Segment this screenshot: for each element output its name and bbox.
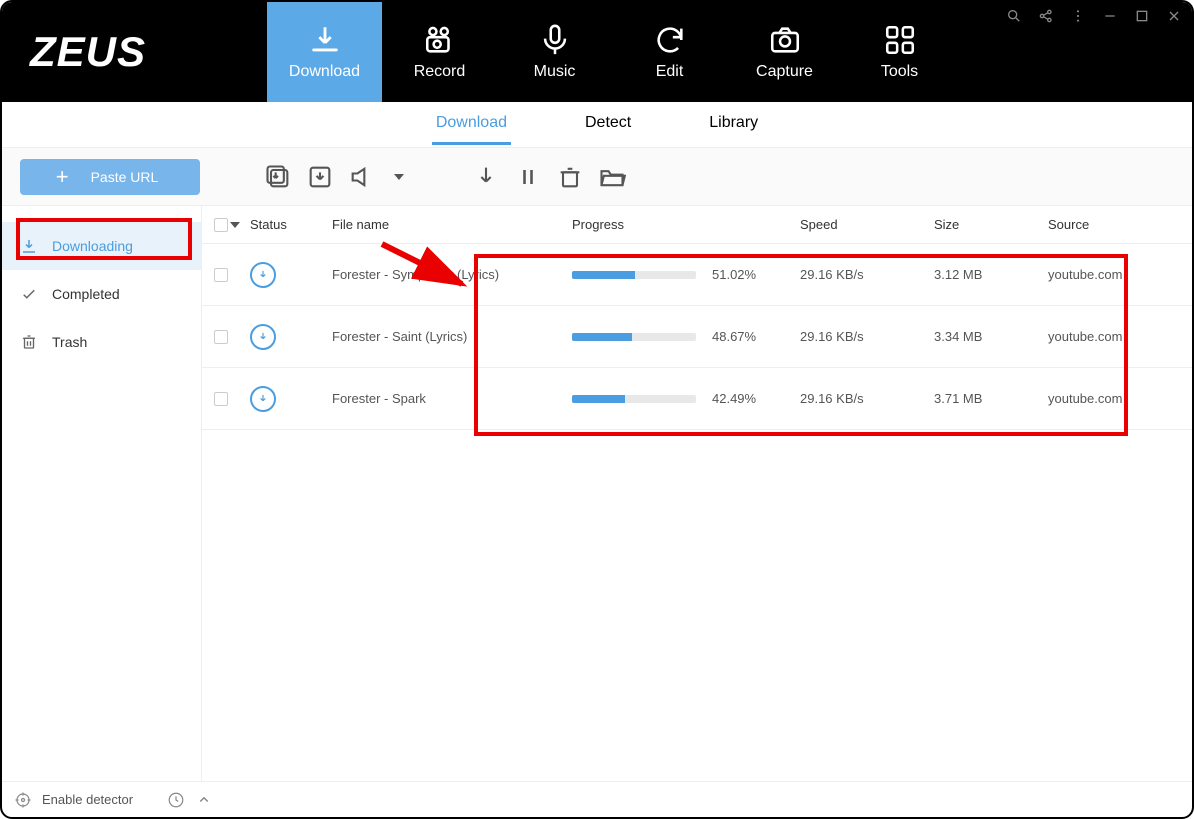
download-arrow-icon (20, 237, 38, 255)
header-speed[interactable]: Speed (800, 217, 934, 232)
status-bar: Enable detector (2, 781, 1192, 817)
open-folder-icon[interactable] (598, 163, 626, 191)
minimize-icon[interactable] (1102, 8, 1118, 24)
nav-tools[interactable]: Tools (842, 2, 957, 102)
app-window: ZEUS Download Record Music (0, 0, 1194, 819)
cell-speed: 29.16 KB/s (800, 329, 934, 344)
nav-capture-label: Capture (756, 63, 813, 81)
pause-icon[interactable] (514, 163, 542, 191)
table-header-row: Status File name Progress Speed Size Sou… (202, 206, 1192, 244)
enable-detector-label[interactable]: Enable detector (42, 792, 133, 807)
nav-music-label: Music (534, 63, 576, 81)
nav-download-label: Download (289, 63, 360, 81)
resume-icon[interactable] (472, 163, 500, 191)
nav-download[interactable]: Download (267, 2, 382, 102)
sidebar-trash-label: Trash (52, 334, 87, 350)
nav-record[interactable]: Record (382, 2, 497, 102)
microphone-icon (538, 23, 572, 57)
downloading-status-icon (250, 386, 276, 412)
sidebar: Downloading Completed Trash (2, 206, 202, 781)
camcorder-icon (423, 23, 457, 57)
header-progress[interactable]: Progress (572, 217, 800, 232)
sidebar-downloading-label: Downloading (52, 238, 133, 254)
sidebar-item-trash[interactable]: Trash (2, 318, 201, 366)
subtab-download[interactable]: Download (432, 104, 511, 145)
header: ZEUS Download Record Music (2, 2, 1192, 102)
download-multiple-icon[interactable] (264, 163, 292, 191)
subtab-detect[interactable]: Detect (581, 104, 635, 145)
nav-capture[interactable]: Capture (727, 2, 842, 102)
plus-icon: + (56, 164, 69, 190)
delete-icon[interactable] (556, 163, 584, 191)
refresh-icon (653, 23, 687, 57)
cell-progress-percent: 48.67% (712, 329, 756, 344)
camera-icon (768, 23, 802, 57)
nav-edit[interactable]: Edit (612, 2, 727, 102)
cell-progress-percent: 51.02% (712, 267, 756, 282)
check-icon (20, 285, 38, 303)
header-file-name[interactable]: File name (332, 217, 572, 232)
close-icon[interactable] (1166, 8, 1182, 24)
downloading-status-icon (250, 262, 276, 288)
cell-progress: 48.67% (572, 329, 800, 344)
sidebar-completed-label: Completed (52, 286, 120, 302)
cell-source: youtube.com (1048, 267, 1158, 282)
row-checkbox[interactable] (214, 392, 228, 406)
nav-music[interactable]: Music (497, 2, 612, 102)
trash-icon (20, 333, 38, 351)
cell-speed: 29.16 KB/s (800, 267, 934, 282)
subtab-bar: Download Detect Library (2, 102, 1192, 148)
sidebar-item-completed[interactable]: Completed (2, 270, 201, 318)
nav-tools-label: Tools (881, 63, 918, 81)
sidebar-item-downloading[interactable]: Downloading (2, 222, 201, 270)
cell-speed: 29.16 KB/s (800, 391, 934, 406)
select-all-dropdown-icon[interactable] (230, 222, 240, 228)
share-icon[interactable] (1038, 8, 1054, 24)
chevron-up-icon[interactable] (195, 791, 213, 809)
row-checkbox[interactable] (214, 330, 228, 344)
cell-source: youtube.com (1048, 329, 1158, 344)
body: Downloading Completed Trash Status File … (2, 206, 1192, 781)
cell-source: youtube.com (1048, 391, 1158, 406)
detector-target-icon[interactable] (14, 791, 32, 809)
window-controls (1006, 8, 1182, 24)
content-area: Status File name Progress Speed Size Sou… (202, 206, 1192, 781)
header-status[interactable]: Status (250, 217, 332, 232)
grid-icon (883, 23, 917, 57)
more-icon[interactable] (1070, 8, 1086, 24)
header-size[interactable]: Size (934, 217, 1048, 232)
app-logo: ZEUS (2, 2, 267, 102)
cell-size: 3.71 MB (934, 391, 1048, 406)
cell-file-name: Forester - Symphony (Lyrics) (332, 267, 572, 282)
nav-record-label: Record (414, 63, 466, 81)
cell-size: 3.12 MB (934, 267, 1048, 282)
subtab-library[interactable]: Library (705, 104, 762, 145)
toolbar: + Paste URL (2, 148, 1192, 206)
select-all-checkbox[interactable] (214, 218, 228, 232)
chevron-down-icon[interactable] (394, 174, 404, 180)
cell-file-name: Forester - Spark (332, 391, 572, 406)
volume-icon[interactable] (348, 163, 376, 191)
download-icon (308, 23, 342, 57)
table-row[interactable]: Forester - Symphony (Lyrics) 51.02% 29.1… (202, 244, 1192, 306)
cell-file-name: Forester - Saint (Lyrics) (332, 329, 572, 344)
row-checkbox[interactable] (214, 268, 228, 282)
maximize-icon[interactable] (1134, 8, 1150, 24)
header-source[interactable]: Source (1048, 217, 1158, 232)
cell-progress: 42.49% (572, 391, 800, 406)
paste-url-button[interactable]: + Paste URL (20, 159, 200, 195)
nav-edit-label: Edit (656, 63, 684, 81)
cell-size: 3.34 MB (934, 329, 1048, 344)
table-row[interactable]: Forester - Spark 42.49% 29.16 KB/s 3.71 … (202, 368, 1192, 430)
downloading-status-icon (250, 324, 276, 350)
download-single-icon[interactable] (306, 163, 334, 191)
main-nav: Download Record Music Edit (267, 2, 957, 102)
table-row[interactable]: Forester - Saint (Lyrics) 48.67% 29.16 K… (202, 306, 1192, 368)
cell-progress-percent: 42.49% (712, 391, 756, 406)
history-icon[interactable] (167, 791, 185, 809)
paste-url-label: Paste URL (91, 169, 159, 185)
search-icon[interactable] (1006, 8, 1022, 24)
cell-progress: 51.02% (572, 267, 800, 282)
